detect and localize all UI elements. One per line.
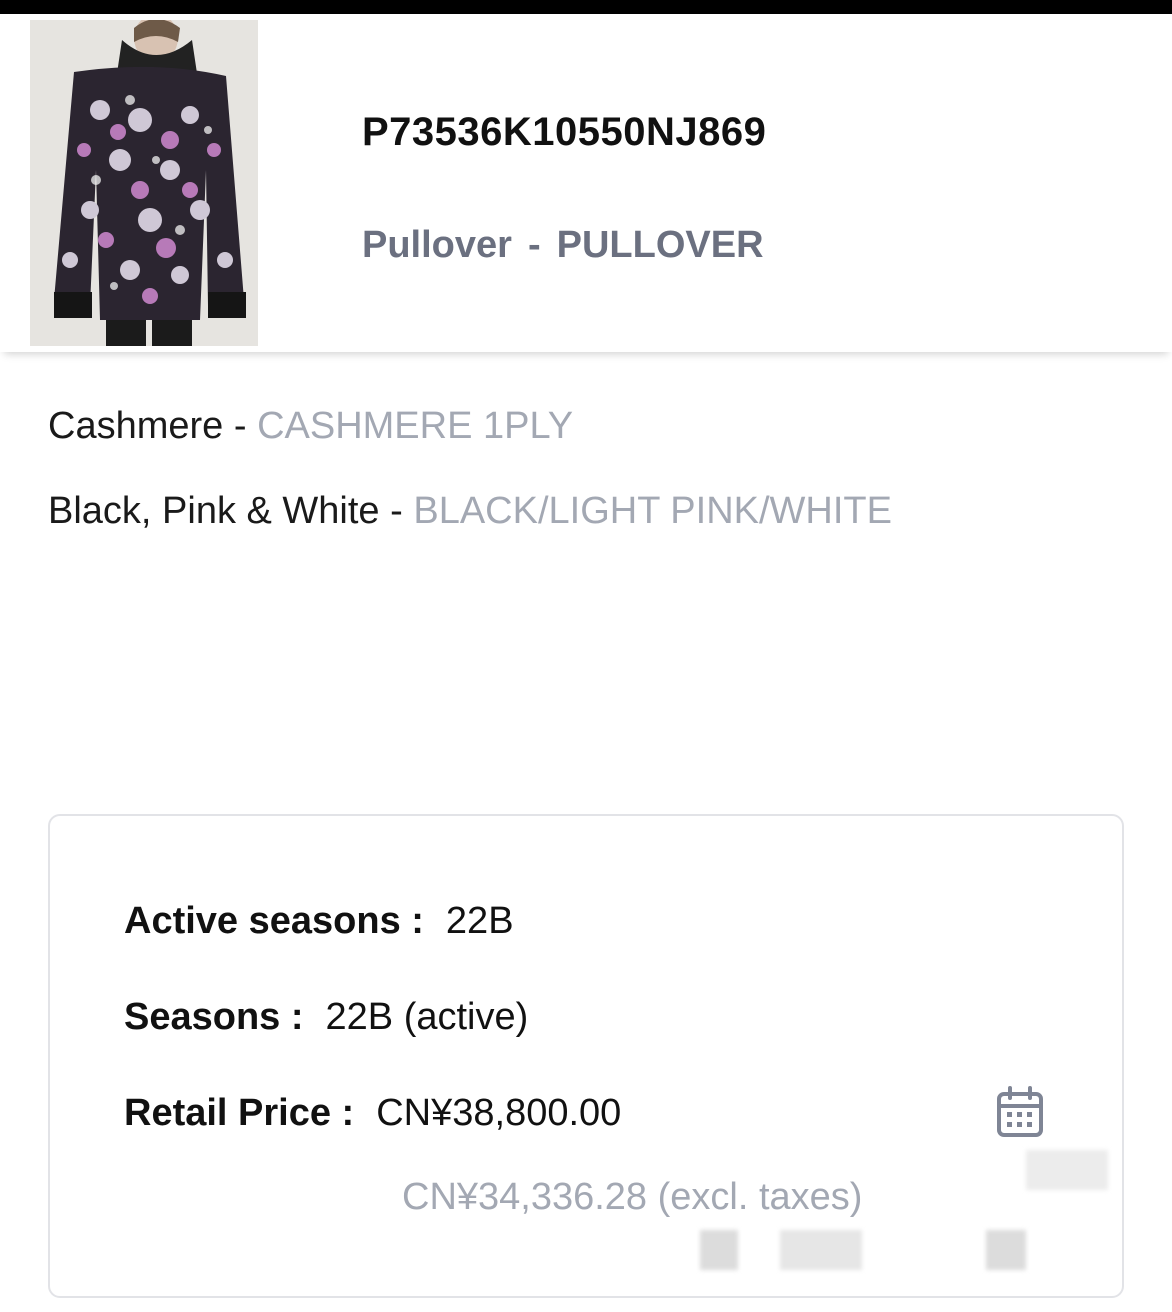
- color-code: BLACK/LIGHT PINK/WHITE: [413, 490, 892, 532]
- product-category: Pullover - PULLOVER: [362, 224, 764, 267]
- product-detail-page: P73536K10550NJ869 Pullover - PULLOVER Cash…: [0, 0, 1172, 1312]
- material-name: Cashmere: [48, 405, 224, 447]
- retail-price-row: Retail Price : CN¥38,800.00: [124, 1092, 621, 1135]
- redaction-mark: [700, 1230, 738, 1270]
- status-bar: [0, 0, 1172, 14]
- material-spec: Cashmere - CASHMERE 1PLY: [48, 405, 573, 448]
- seasons-row: Seasons : 22B (active): [124, 996, 528, 1039]
- color-name: Black, Pink & White: [48, 490, 380, 532]
- retail-price-label: Retail Price :: [124, 1092, 355, 1134]
- season-price-card: Active seasons : 22B Seasons : 22B (active…: [48, 814, 1124, 1298]
- calendar-icon[interactable]: [996, 1086, 1044, 1138]
- category-code: PULLOVER: [556, 224, 764, 266]
- active-seasons-label: Active seasons :: [124, 900, 424, 942]
- active-seasons-value: 22B: [445, 900, 514, 942]
- product-header: P73536K10550NJ869 Pullover - PULLOVER: [0, 14, 1172, 352]
- material-separator: -: [223, 405, 258, 447]
- redaction-mark: [780, 1230, 862, 1270]
- seasons-value: 22B (active): [325, 996, 529, 1038]
- active-seasons-row: Active seasons : 22B: [124, 900, 514, 943]
- redaction-mark: [1026, 1150, 1108, 1190]
- color-separator: -: [379, 490, 414, 532]
- color-spec: Black, Pink & White - BLACK/LIGHT PINK/W…: [48, 490, 892, 533]
- price-excl-taxes: CN¥34,336.28 (excl. taxes): [402, 1176, 863, 1218]
- category-separator: -: [527, 224, 541, 266]
- product-sku: P73536K10550NJ869: [362, 110, 767, 154]
- category-name: Pullover: [362, 224, 512, 266]
- product-photo-icon[interactable]: [30, 20, 258, 346]
- retail-price-value: CN¥38,800.00: [376, 1092, 622, 1134]
- redaction-mark: [986, 1230, 1026, 1270]
- material-code: CASHMERE 1PLY: [257, 405, 574, 447]
- seasons-label: Seasons :: [124, 996, 304, 1038]
